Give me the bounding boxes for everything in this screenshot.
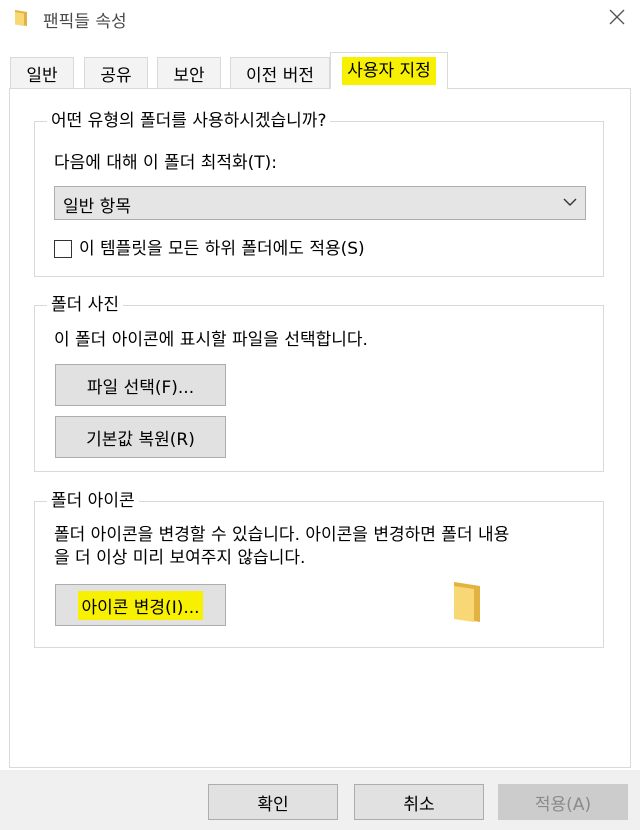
title-bar: 팬픽들 속성 [0,0,640,38]
button-label: 파일 선택(F)... [86,377,195,398]
close-button[interactable] [600,2,634,34]
group-title: 어떤 유형의 폴더를 사용하시겠습니까? [47,110,331,132]
tab-label: 공유 [100,65,132,86]
folder-icons-description-line2: 을 더 이상 미리 보여주지 않습니다. [54,548,306,568]
choose-file-button[interactable]: 파일 선택(F)... [55,364,226,406]
close-icon [609,9,625,25]
tab-label: 일반 [26,65,58,86]
tab-general[interactable]: 일반 [10,57,74,88]
chevron-down-icon [563,198,577,206]
tab-security[interactable]: 보안 [157,57,221,88]
change-icon-button[interactable]: 아이콘 변경(I)... [55,584,226,626]
button-label: 기본값 복원(R) [86,429,195,450]
dropdown-value: 일반 항목 [63,197,131,217]
tab-label: 보안 [173,65,205,86]
folder-preview-icon [454,582,480,622]
button-label: 아이콘 변경(I)... [78,590,203,620]
button-label: 적용(A) [534,794,592,815]
apply-template-checkbox[interactable] [54,240,72,258]
folder-type-dropdown[interactable]: 일반 항목 [54,186,586,220]
button-label: 취소 [403,794,435,815]
apply-button[interactable]: 적용(A) [498,784,628,820]
window-title: 팬픽들 속성 [43,12,127,32]
tab-label: 이전 버전 [246,65,314,86]
group-title: 폴더 사진 [47,294,123,316]
tab-sharing[interactable]: 공유 [84,57,148,88]
restore-default-button[interactable]: 기본값 복원(R) [55,416,226,458]
folder-pictures-description: 이 폴더 아이콘에 표시할 파일을 선택합니다. [54,330,368,350]
group-title: 폴더 아이콘 [47,490,139,512]
button-label: 확인 [257,794,289,815]
ok-button[interactable]: 확인 [208,784,338,820]
tab-customize[interactable]: 사용자 지정 [330,52,448,89]
cancel-button[interactable]: 취소 [354,784,484,820]
optimize-label: 다음에 대해 이 폴더 최적화(T): [54,153,278,173]
tab-label: 사용자 지정 [342,57,436,85]
apply-template-label: 이 템플릿을 모든 하위 폴더에도 적용(S) [79,239,365,259]
folder-icon [15,10,27,26]
tab-previous-versions[interactable]: 이전 버전 [230,57,330,88]
folder-icons-description-line1: 폴더 아이콘을 변경할 수 있습니다. 아이콘을 변경하면 폴더 내용 [54,525,510,545]
